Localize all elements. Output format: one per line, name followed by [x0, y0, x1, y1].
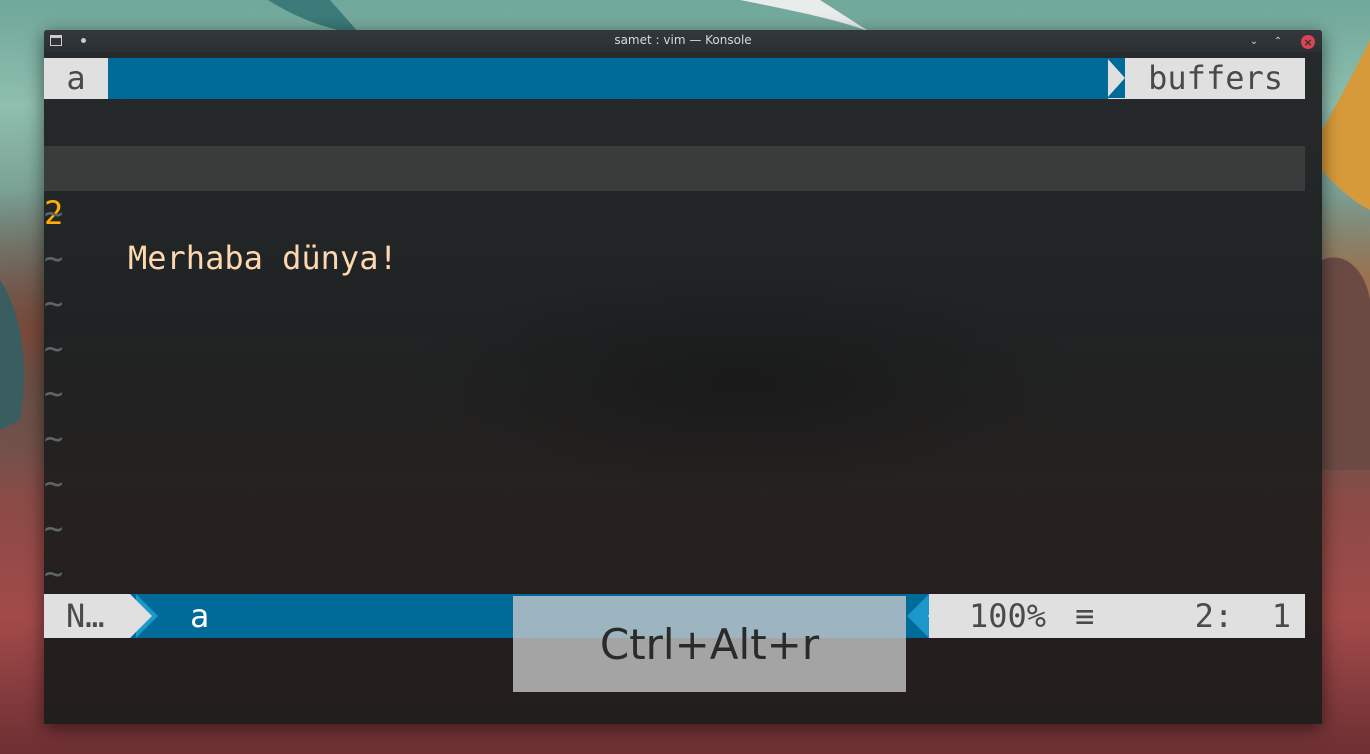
empty-line-marker: ~: [44, 551, 1305, 596]
wallpaper-highlight-shape: [740, 0, 870, 32]
maximize-icon[interactable]: ⌃: [1270, 33, 1286, 49]
editor-line-2-current[interactable]: 2 Merhaba dünya!: [44, 146, 1305, 277]
tilde: ~: [44, 239, 64, 277]
empty-line-marker: ~: [44, 416, 1305, 461]
mode-indicator: N…: [44, 594, 130, 638]
tilde: ~: [44, 194, 64, 232]
vim-tabline: a buffers: [44, 58, 1305, 99]
powerline-arrow: [928, 594, 946, 638]
tilde: ~: [44, 464, 64, 502]
status-right-segment: 100% ≡ 2: 1: [907, 594, 1305, 638]
file-percent: 100%: [969, 597, 1047, 635]
empty-line-marker: ~: [44, 326, 1305, 371]
line-count-icon: ≡: [1075, 597, 1095, 635]
cursor-position: 2: 1: [1194, 597, 1291, 635]
editor-line-1[interactable]: 1: [44, 101, 1305, 187]
wallpaper-leaf-shape: [268, 0, 360, 34]
buffers-label: buffers: [1107, 58, 1305, 99]
status-filename: a: [190, 597, 210, 635]
tilde: ~: [44, 374, 64, 412]
close-icon[interactable]: ×: [1301, 35, 1315, 49]
tilde: ~: [44, 554, 64, 592]
minimize-icon[interactable]: ⌄: [1246, 33, 1262, 49]
empty-line-marker: ~: [44, 371, 1305, 416]
window-titlebar[interactable]: samet : vim — Konsole ⌄ ⌃ ×: [44, 30, 1322, 52]
empty-line-marker: ~: [44, 281, 1305, 326]
keystroke-overlay: Ctrl+Alt+r: [513, 596, 906, 692]
buffers-label-text: buffers: [1148, 59, 1283, 97]
wallpaper-rock-shape: [0, 280, 24, 430]
keystroke-text: Ctrl+Alt+r: [599, 619, 820, 669]
window-title: samet : vim — Konsole: [614, 33, 752, 47]
tilde: ~: [44, 329, 64, 367]
tilde: ~: [44, 284, 64, 322]
powerline-separator: [907, 594, 929, 638]
tab-a[interactable]: a: [44, 58, 108, 99]
tilde: ~: [44, 509, 64, 547]
wallpaper-plant-shape: [1322, 40, 1370, 210]
wallpaper-cliff-shape: [1322, 257, 1370, 470]
powerline-arrow: [130, 594, 152, 638]
tilde: ~: [44, 419, 64, 457]
empty-line-marker: ~: [44, 461, 1305, 506]
empty-line-marker: ~: [44, 506, 1305, 551]
empty-line-marker: ~: [44, 191, 1305, 236]
empty-line-marker: ~: [44, 236, 1305, 281]
